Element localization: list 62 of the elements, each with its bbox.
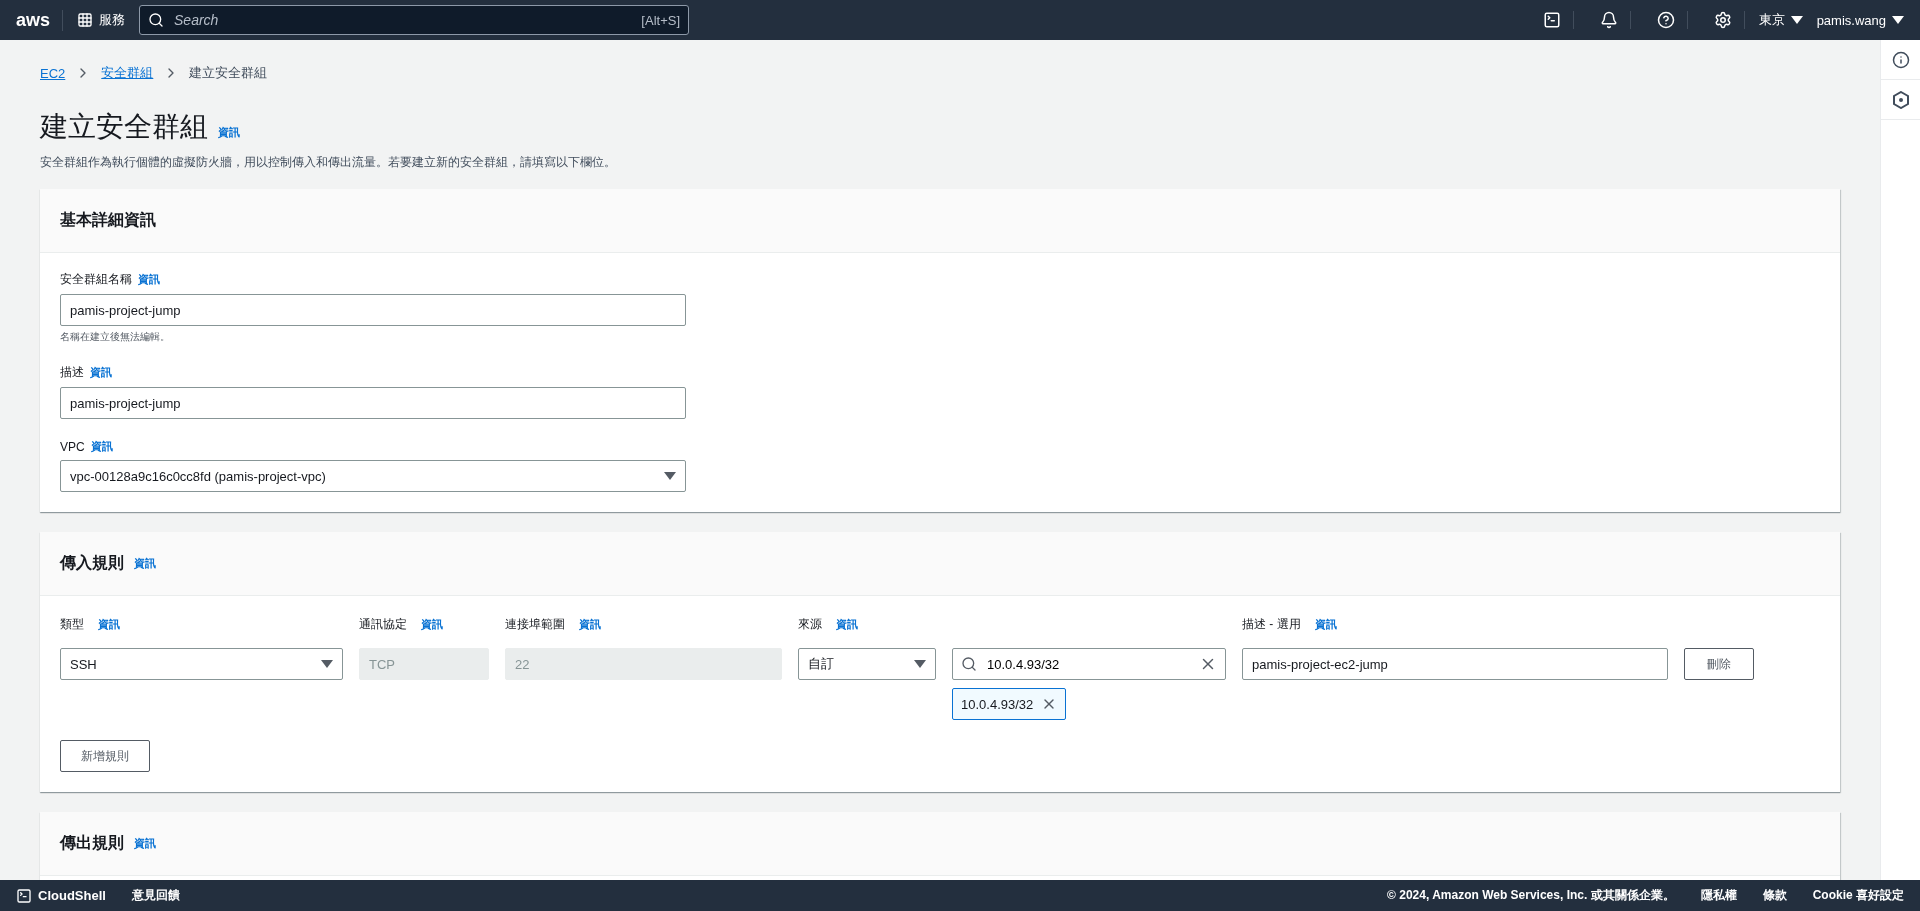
region-menu[interactable]: 東京 (1758, 11, 1803, 29)
breadcrumb-link[interactable]: EC2 (40, 65, 66, 81)
terminal-icon (16, 887, 32, 904)
breadcrumb-link[interactable]: 安全群組 (101, 64, 154, 82)
cidr-search-field[interactable]: 10.0.4.93/32 (952, 648, 1226, 680)
field-label: VPC (60, 439, 85, 454)
field-label: 安全群組名稱 (60, 271, 132, 288)
info-link[interactable]: 資訊 (90, 365, 112, 380)
services-menu[interactable]: 服務 (77, 11, 126, 29)
card-title: 傳出規則 (60, 833, 124, 853)
add-rule-button[interactable]: 新增規則 (60, 740, 150, 772)
info-link[interactable]: 資訊 (421, 616, 443, 632)
info-link[interactable]: 資訊 (1314, 616, 1337, 632)
grid-icon (77, 12, 94, 28)
protocol-field: TCP (359, 648, 489, 680)
column-label: 類型 (60, 615, 84, 633)
caret-icon (914, 660, 926, 668)
column-label: 描述 - 選用 (1242, 615, 1301, 633)
info-link[interactable]: 資訊 (90, 439, 113, 454)
search-icon (961, 656, 977, 672)
page-description: 安全群組作為執行個體的虛擬防火牆，用以控制傳入和傳出流量。若要建立新的安全群組，請填寫以下欄位。 (40, 154, 617, 171)
info-link[interactable]: 資訊 (138, 272, 160, 287)
info-link[interactable]: 資訊 (134, 836, 156, 851)
cloudshell-button[interactable]: CloudShell (16, 887, 106, 904)
footer-link[interactable]: 隱私權 (1700, 887, 1737, 904)
vpc-select[interactable]: vpc-00128a9c16c0cc8fd (pamis-project-vpc) (60, 460, 686, 492)
info-link[interactable]: 資訊 (218, 125, 240, 140)
search-input[interactable]: Search (172, 11, 634, 29)
user-menu[interactable]: pamis.wang (1816, 12, 1904, 28)
port-range-field: 22 (505, 648, 782, 680)
input-field[interactable]: pamis-project-jump (60, 387, 686, 419)
cidr-token: 10.0.4.93/32 (952, 688, 1067, 720)
field-hint: 名稱在建立後無法編輯。 (60, 330, 171, 344)
caret-icon (664, 472, 676, 480)
search-icon (148, 12, 165, 28)
footer-link[interactable]: 條款 (1762, 887, 1787, 904)
page-title: 建立安全群組 (40, 110, 208, 144)
caret-icon (1790, 16, 1803, 24)
search-field[interactable]: Search [Alt+S] (139, 5, 690, 35)
column-label: 來源 (798, 615, 822, 633)
feedback-link[interactable]: 意見回饋 (131, 887, 180, 904)
info-link[interactable]: 資訊 (134, 556, 156, 571)
shortcut-hint: [Alt+S] (641, 12, 681, 28)
type-select[interactable]: SSH (60, 648, 343, 680)
input-field[interactable]: pamis-project-jump (60, 294, 686, 326)
current-page-label: 建立安全群組 (189, 64, 268, 82)
caret-icon (321, 660, 333, 668)
logo[interactable]: aws (16, 9, 64, 31)
source-select[interactable]: 自訂 (798, 648, 936, 680)
column-label: 連接埠範圍 (505, 615, 565, 633)
field-label: 描述 (60, 364, 84, 381)
column-label: 通訊協定 (359, 615, 407, 633)
copyright-text: © 2024, Amazon Web Services, Inc. 或其關係企業。 (1387, 887, 1675, 904)
delete-button[interactable]: 刪除 (1684, 648, 1754, 680)
description-field[interactable]: pamis-project-ec2-jump (1242, 648, 1668, 680)
info-link[interactable]: 資訊 (836, 616, 858, 632)
footer-link[interactable]: Cookie 喜好設定 (1812, 887, 1904, 904)
card-title: 基本詳細資訊 (60, 210, 156, 230)
card-title: 傳入規則 (60, 553, 124, 573)
info-link[interactable]: 資訊 (579, 616, 601, 632)
caret-icon (1892, 16, 1904, 24)
info-link[interactable]: 資訊 (98, 616, 120, 632)
